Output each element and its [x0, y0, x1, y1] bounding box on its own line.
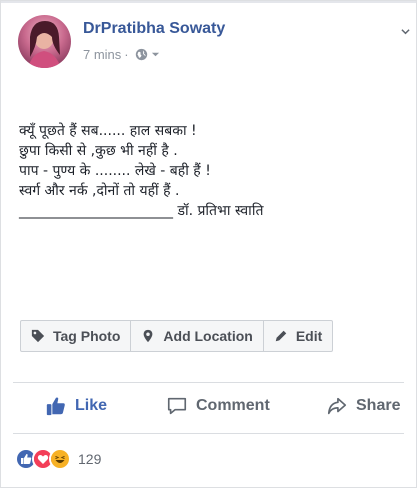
post-line: छुपा किसी से ,कुछ भी नहीं है .	[19, 143, 178, 159]
post-line: स्वर्ग और नर्क ,दोनों तो यहीं हैं .	[19, 183, 180, 199]
avatar[interactable]	[18, 15, 71, 68]
post-line: क्यूँ पूछते हैं सब...... हाल सबका !	[19, 123, 197, 139]
reaction-count: 129	[78, 451, 102, 467]
post-meta: 7 mins ·	[83, 47, 160, 62]
thumbs-up-icon	[46, 397, 65, 416]
reaction-summary[interactable]: 129	[15, 448, 101, 470]
share-arrow-icon	[327, 397, 347, 415]
add-location-label: Add Location	[163, 328, 253, 344]
like-button[interactable]: Like	[45, 395, 107, 417]
edit-button[interactable]: Edit	[264, 321, 332, 351]
post-card: DrPratibha Sowaty 7 mins · क्यूँ पूछते ह…	[0, 0, 417, 488]
meta-separator: ·	[124, 47, 129, 62]
edit-label: Edit	[295, 328, 323, 344]
share-button[interactable]: Share	[326, 395, 400, 417]
post-body: क्यूँ पूछते हैं सब...... हाल सबका ! छुपा…	[19, 121, 399, 221]
tag-bar: Tag Photo Add Location Edit	[20, 320, 334, 352]
author-name[interactable]: DrPratibha Sowaty	[83, 20, 225, 38]
post-line: ______________________ डॉ. प्रतिभा स्वात…	[19, 203, 264, 219]
comment-icon	[167, 397, 187, 415]
tag-photo-label: Tag Photo	[53, 328, 121, 344]
like-label: Like	[75, 397, 108, 414]
globe-icon[interactable]	[135, 48, 148, 61]
card-top-edge	[1, 1, 416, 3]
comment-button[interactable]: Comment	[166, 395, 270, 417]
share-label: Share	[356, 397, 401, 414]
divider	[13, 433, 404, 434]
haha-reaction-icon	[49, 448, 71, 470]
tag-icon	[31, 329, 45, 343]
location-pin-icon	[144, 329, 153, 343]
action-bar: Like Comment Share	[1, 385, 416, 431]
comment-label: Comment	[196, 397, 270, 414]
audience-caret-icon[interactable]	[151, 50, 160, 59]
pencil-icon	[275, 330, 287, 342]
post-timestamp[interactable]: 7 mins	[83, 47, 121, 62]
tag-photo-button[interactable]: Tag Photo	[21, 321, 132, 351]
post-menu-chevron-icon[interactable]	[401, 27, 410, 36]
add-location-button[interactable]: Add Location	[131, 321, 264, 351]
post-header: DrPratibha Sowaty 7 mins ·	[18, 15, 398, 71]
post-line: पाप - पुण्य के ........ लेखे - बही हैं !	[19, 163, 211, 179]
divider	[13, 382, 404, 383]
